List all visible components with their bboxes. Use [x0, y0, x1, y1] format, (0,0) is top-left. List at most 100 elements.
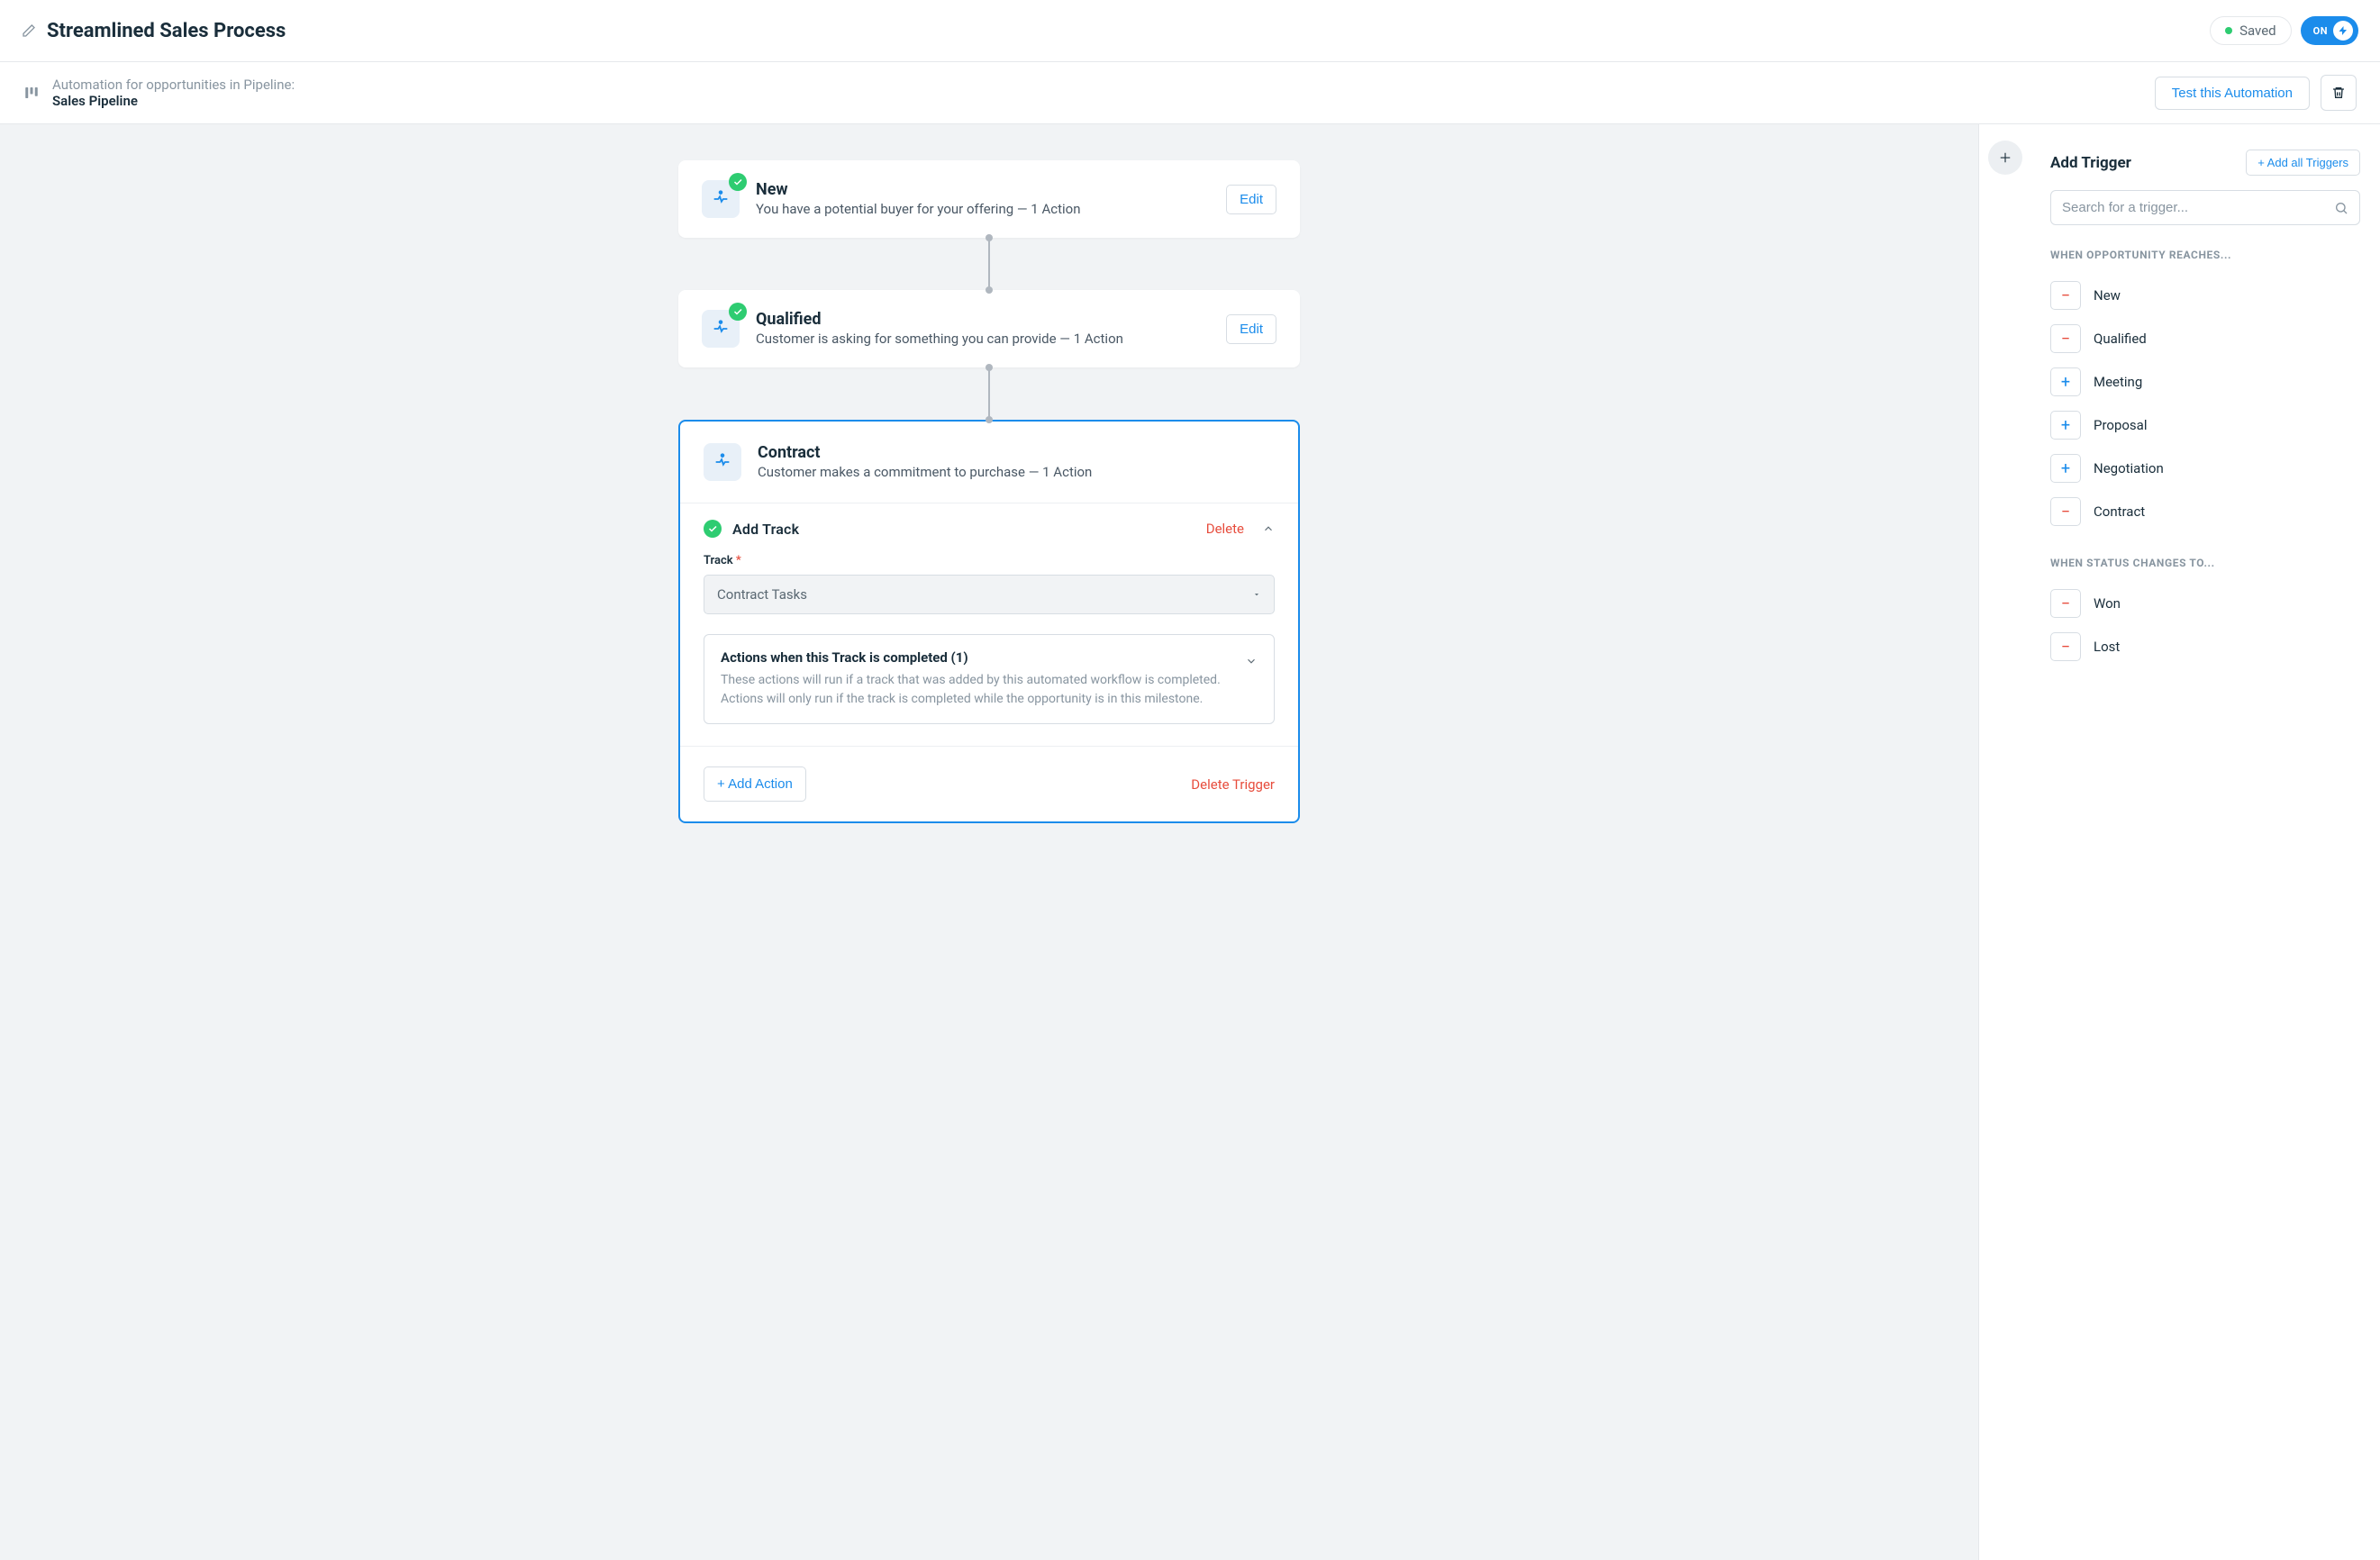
delete-trigger-link[interactable]: Delete Trigger	[1191, 776, 1275, 793]
topbar: Streamlined Sales Process Saved ON	[0, 0, 2380, 62]
page-title: Streamlined Sales Process	[47, 20, 286, 42]
subheader-left: Automation for opportunities in Pipeline…	[23, 77, 295, 109]
saved-label: Saved	[2239, 23, 2276, 39]
subheader-right: Test this Automation	[2155, 75, 2357, 111]
add-action-button[interactable]: + Add Action	[704, 766, 806, 802]
add-trigger-fab[interactable]	[1988, 141, 2022, 175]
card-icon-wrap	[702, 180, 740, 218]
card-left: Qualified Customer is asking for somethi…	[702, 310, 1123, 348]
card-icon-wrap	[702, 310, 740, 348]
trigger-label: New	[2094, 287, 2121, 304]
panel-text: Actions when this Track is completed (1)…	[721, 649, 1234, 709]
card-text: Qualified Customer is asking for somethi…	[756, 310, 1123, 347]
on-toggle[interactable]: ON	[2301, 16, 2358, 45]
pencil-icon[interactable]	[22, 23, 36, 38]
panel-description: These actions will run if a track that w…	[721, 671, 1234, 709]
section-header: Add Track Delete	[704, 520, 1275, 538]
delete-automation-button[interactable]	[2321, 75, 2357, 111]
card-title: Qualified	[756, 310, 1123, 329]
saved-indicator: Saved	[2210, 16, 2292, 45]
delete-action-link[interactable]: Delete	[1206, 521, 1244, 537]
search-icon	[2334, 201, 2348, 215]
add-trigger-button[interactable]: +	[2050, 411, 2081, 440]
card-title: Contract	[758, 443, 1092, 462]
plus-icon	[1997, 150, 2013, 166]
trigger-row[interactable]: −Contract	[2050, 490, 2360, 533]
pipeline-name: Sales Pipeline	[52, 93, 295, 109]
remove-trigger-button[interactable]: −	[2050, 589, 2081, 618]
right-rail	[1978, 124, 2030, 1560]
sidebar: Add Trigger + Add all Triggers WHEN OPPO…	[2030, 124, 2380, 1560]
search-input[interactable]	[2062, 200, 2334, 215]
card-text: New You have a potential buyer for your …	[756, 180, 1081, 217]
track-select[interactable]: Contract Tasks	[704, 575, 1275, 614]
trigger-label: Qualified	[2094, 331, 2147, 347]
remove-trigger-button[interactable]: −	[2050, 497, 2081, 526]
trigger-group-status: −Won−Lost	[2050, 582, 2360, 668]
subheader: Automation for opportunities in Pipeline…	[0, 62, 2380, 124]
main: New You have a potential buyer for your …	[0, 124, 2380, 1560]
card-subtitle: You have a potential buyer for your offe…	[756, 201, 1081, 217]
check-badge-icon	[729, 173, 747, 191]
trigger-search[interactable]	[2050, 190, 2360, 225]
trigger-card-new[interactable]: New You have a potential buyer for your …	[678, 160, 1300, 238]
card-footer: + Add Action Delete Trigger	[680, 747, 1298, 821]
flow-canvas: New You have a potential buyer for your …	[0, 124, 1978, 1560]
milestone-icon	[704, 443, 741, 481]
trigger-card-contract-expanded: Contract Customer makes a commitment to …	[678, 420, 1300, 823]
section-header-right: Delete	[1206, 521, 1275, 537]
add-all-triggers-button[interactable]: + Add all Triggers	[2246, 150, 2360, 176]
sidebar-header: Add Trigger + Add all Triggers	[2050, 150, 2360, 176]
card-title: New	[756, 180, 1081, 199]
trigger-label: Lost	[2094, 639, 2120, 655]
section-title: Add Track	[732, 521, 799, 538]
topbar-left: Streamlined Sales Process	[22, 20, 286, 42]
group-label-reaches: WHEN OPPORTUNITY REACHES...	[2050, 249, 2360, 261]
chevron-down-icon	[1252, 590, 1261, 599]
card-subtitle: Customer is asking for something you can…	[756, 331, 1123, 347]
panel-title: Actions when this Track is completed (1)	[721, 649, 1234, 666]
chevron-down-icon	[1245, 655, 1258, 667]
edit-button[interactable]: Edit	[1226, 314, 1276, 344]
add-track-section: Add Track Delete Track *	[680, 503, 1298, 747]
trigger-row[interactable]: −New	[2050, 274, 2360, 317]
check-circle-icon	[704, 520, 722, 538]
trigger-row[interactable]: −Won	[2050, 582, 2360, 625]
trigger-group-reaches: −New−Qualified+Meeting+Proposal+Negotiat…	[2050, 274, 2360, 533]
add-trigger-button[interactable]: +	[2050, 454, 2081, 483]
automation-description: Automation for opportunities in Pipeline…	[52, 77, 295, 93]
sidebar-title: Add Trigger	[2050, 154, 2131, 172]
chevron-up-icon[interactable]	[1262, 522, 1275, 535]
section-header-left: Add Track	[704, 520, 799, 538]
trigger-row[interactable]: −Qualified	[2050, 317, 2360, 360]
test-automation-button[interactable]: Test this Automation	[2155, 77, 2310, 110]
add-trigger-button[interactable]: +	[2050, 367, 2081, 396]
trigger-row[interactable]: −Lost	[2050, 625, 2360, 668]
connector-line	[988, 367, 990, 420]
bolt-icon	[2333, 21, 2353, 41]
remove-trigger-button[interactable]: −	[2050, 324, 2081, 353]
check-badge-icon	[729, 303, 747, 321]
saved-dot-icon	[2225, 27, 2232, 34]
trigger-row[interactable]: +Negotiation	[2050, 447, 2360, 490]
trigger-card-qualified[interactable]: Qualified Customer is asking for somethi…	[678, 290, 1300, 367]
completed-actions-panel[interactable]: Actions when this Track is completed (1)…	[704, 634, 1275, 724]
expanded-header: Contract Customer makes a commitment to …	[680, 422, 1298, 503]
trigger-label: Meeting	[2094, 374, 2142, 390]
select-value: Contract Tasks	[717, 586, 807, 603]
track-label: Track *	[704, 554, 1275, 567]
remove-trigger-button[interactable]: −	[2050, 281, 2081, 310]
trigger-row[interactable]: + Meeting	[2050, 360, 2360, 404]
on-label: ON	[2313, 25, 2328, 37]
card-left: New You have a potential buyer for your …	[702, 180, 1081, 218]
trigger-label: Contract	[2094, 503, 2145, 520]
trigger-label: Won	[2094, 595, 2121, 612]
trash-icon	[2331, 86, 2346, 100]
remove-trigger-button[interactable]: −	[2050, 632, 2081, 661]
topbar-right: Saved ON	[2210, 16, 2358, 45]
pipeline-columns-icon	[23, 85, 40, 101]
trigger-row[interactable]: +Proposal	[2050, 404, 2360, 447]
flow-column: New You have a potential buyer for your …	[0, 160, 1978, 823]
edit-button[interactable]: Edit	[1226, 185, 1276, 214]
subheader-text: Automation for opportunities in Pipeline…	[52, 77, 295, 109]
